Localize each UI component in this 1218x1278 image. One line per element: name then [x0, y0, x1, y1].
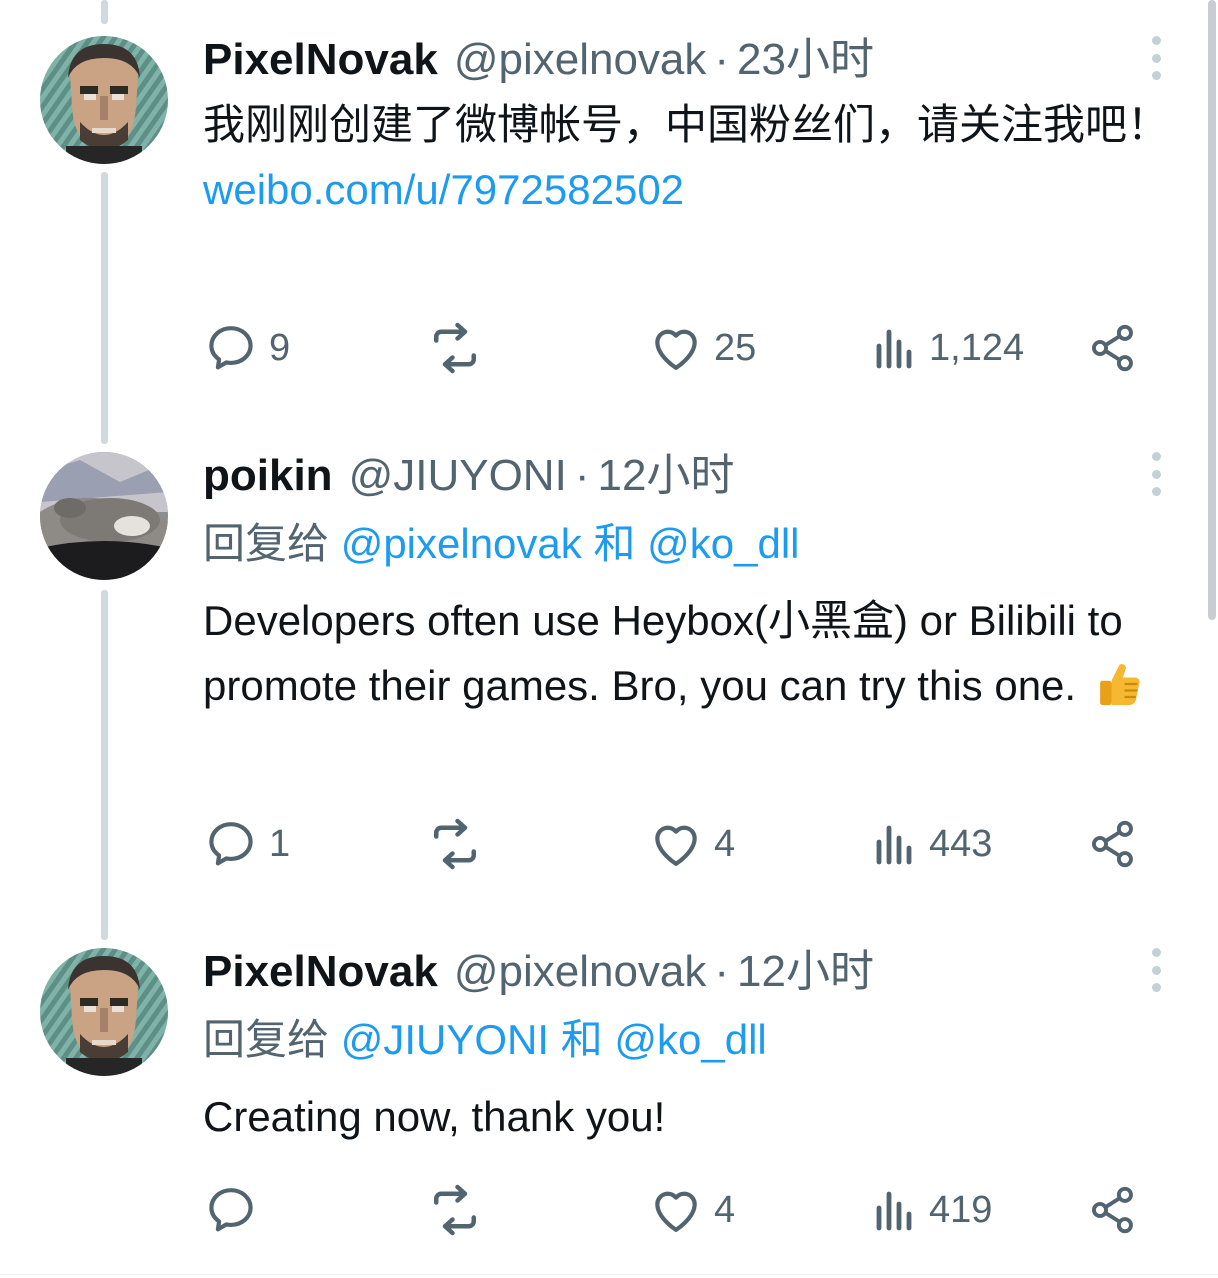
like-button[interactable]: 4	[648, 814, 735, 874]
action-bar: 9 25 1,124	[203, 318, 1163, 378]
separator-dot: ·	[714, 35, 730, 84]
share-icon	[1091, 1186, 1133, 1234]
reply-icon	[209, 822, 253, 866]
mention-link[interactable]: @JIUYONI	[341, 1016, 549, 1063]
avatar[interactable]	[40, 36, 168, 164]
tweet-text: Creating now, thank you!	[203, 1084, 1178, 1149]
tweet-text: 我刚刚创建了微博帐号，中国粉丝们，请关注我吧！ weibo.com/u/7972…	[203, 92, 1178, 222]
views-count: 443	[929, 822, 993, 865]
thumbs-up-emoji	[1099, 664, 1140, 706]
views-icon	[876, 1191, 912, 1231]
more-vertical-icon	[1151, 36, 1161, 45]
share-icon	[1091, 324, 1133, 372]
timestamp[interactable]: 12小时	[597, 448, 734, 504]
author-handle[interactable]: @JIUYONI	[349, 448, 567, 504]
share-button[interactable]	[1087, 814, 1139, 874]
views-icon	[876, 825, 912, 865]
avatar-image	[40, 452, 168, 580]
avatar-image	[40, 36, 168, 164]
retweet-button[interactable]	[425, 1180, 485, 1240]
retweet-icon	[434, 1184, 476, 1236]
thread-line	[101, 590, 108, 940]
reply-and: 和	[593, 520, 636, 567]
like-button[interactable]: 4	[648, 1180, 735, 1240]
share-button[interactable]	[1087, 318, 1139, 378]
reply-count: 1	[269, 822, 291, 865]
tweet-body: Creating now, thank you!	[203, 1093, 666, 1140]
like-button[interactable]: 25	[648, 318, 756, 378]
thread-line	[101, 0, 108, 24]
heart-icon	[655, 1191, 697, 1232]
timestamp[interactable]: 12小时	[737, 944, 874, 1000]
tweet-text: Developers often use Heybox(小黑盒) or Bili…	[203, 588, 1163, 718]
tweet-body: 我刚刚创建了微博帐号，中国粉丝们，请关注我吧！	[203, 101, 1170, 148]
author-name[interactable]: PixelNovak	[203, 944, 438, 1000]
thread-line	[101, 172, 108, 444]
heart-icon	[655, 825, 697, 866]
reply-prefix: 回复给	[203, 520, 330, 567]
retweet-button[interactable]	[425, 814, 485, 874]
like-count: 25	[714, 326, 757, 369]
avatar-image	[40, 948, 168, 1076]
retweet-button[interactable]	[425, 318, 485, 378]
retweet-icon	[434, 322, 476, 374]
views-count: 419	[929, 1188, 993, 1231]
reply-prefix: 回复给	[203, 1016, 330, 1063]
share-button[interactable]	[1087, 1180, 1139, 1240]
reply-button[interactable]	[203, 1180, 269, 1240]
reply-context: 回复给 @JIUYONI 和 @ko_dll	[203, 1012, 767, 1068]
views-icon	[876, 329, 912, 369]
tweet-body: Developers often use Heybox(小黑盒) or Bili…	[203, 597, 1123, 709]
views-button[interactable]: 419	[871, 1180, 992, 1240]
mention-link[interactable]: @ko_dll	[614, 1016, 766, 1063]
reply-icon	[209, 326, 253, 370]
retweet-icon	[434, 818, 476, 870]
scrollbar[interactable]	[1208, 0, 1216, 620]
reply-icon	[209, 1188, 253, 1232]
views-button[interactable]: 443	[871, 814, 992, 874]
like-count: 4	[714, 822, 736, 865]
action-bar: 1 4 443	[203, 814, 1163, 874]
avatar[interactable]	[40, 452, 168, 580]
more-options-button[interactable]	[1146, 36, 1166, 80]
author-name[interactable]: poikin	[203, 448, 333, 504]
more-vertical-icon	[1151, 948, 1161, 957]
avatar[interactable]	[40, 948, 168, 1076]
reply-context: 回复给 @pixelnovak 和 @ko_dll	[203, 516, 800, 572]
heart-icon	[655, 329, 697, 370]
tweet-link[interactable]: weibo.com/u/7972582502	[203, 166, 684, 213]
more-options-button[interactable]	[1146, 452, 1166, 496]
separator-dot: ·	[574, 451, 590, 500]
author-handle[interactable]: @pixelnovak	[454, 944, 707, 1000]
share-icon	[1091, 820, 1133, 868]
action-bar: 4 419	[203, 1180, 1163, 1240]
like-count: 4	[714, 1188, 736, 1231]
views-count: 1,124	[929, 326, 1025, 369]
reply-count: 9	[269, 326, 291, 369]
reply-button[interactable]: 9	[203, 318, 290, 378]
author-handle[interactable]: @pixelnovak	[454, 32, 707, 88]
separator-dot: ·	[714, 947, 730, 996]
author-name[interactable]: PixelNovak	[203, 32, 438, 88]
more-options-button[interactable]	[1146, 948, 1166, 992]
reply-and: 和	[560, 1016, 603, 1063]
mention-link[interactable]: @pixelnovak	[341, 520, 582, 567]
views-button[interactable]: 1,124	[871, 318, 1024, 378]
divider	[0, 1274, 1218, 1275]
more-vertical-icon	[1151, 452, 1161, 461]
timestamp[interactable]: 23小时	[737, 32, 874, 88]
reply-button[interactable]: 1	[203, 814, 290, 874]
mention-link[interactable]: @ko_dll	[647, 520, 799, 567]
